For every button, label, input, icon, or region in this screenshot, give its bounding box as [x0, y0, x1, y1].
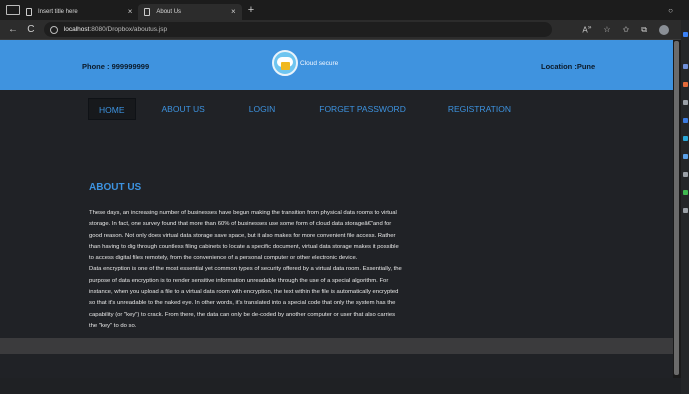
read-aloud-icon[interactable]: A» — [582, 24, 591, 35]
about-line: capability (or "key") to crack. From the… — [89, 311, 396, 318]
about-line: purpose of data encryption is to render … — [89, 277, 389, 284]
url-path: :8080/Dropbox/aboutus.jsp — [89, 26, 168, 33]
sidebar-app-icon[interactable] — [683, 64, 688, 69]
url-host: localhost — [63, 26, 90, 33]
back-button[interactable]: ← — [8, 24, 18, 35]
location-text: Location :Pune — [541, 62, 596, 71]
about-line: so that it's unreadable to the naked eye… — [89, 300, 396, 307]
close-tab-icon[interactable]: × — [128, 7, 133, 16]
window-control-icon[interactable]: ○ — [668, 6, 673, 15]
about-line: than having to dig through countless fil… — [89, 243, 399, 250]
refresh-button[interactable]: C — [26, 24, 36, 35]
page-footer-band — [0, 338, 673, 354]
tab-insert-title[interactable]: Insert title here × — [20, 4, 138, 20]
cloud-lock-logo-icon — [272, 50, 298, 76]
phone-text: Phone : 999999999 — [82, 62, 150, 71]
site-info-icon[interactable] — [49, 25, 58, 34]
profile-avatar[interactable] — [659, 24, 669, 35]
window-menu-icon[interactable] — [6, 5, 20, 15]
brand-name: Cloud secure — [300, 60, 339, 67]
sidebar-app-icon[interactable] — [683, 172, 688, 177]
menu-registration[interactable]: REGISTRATION — [438, 98, 521, 120]
sidebar-app-icon[interactable] — [683, 100, 688, 105]
tab-title: Insert title here — [38, 8, 78, 15]
about-line: good reason. Not only does virtual data … — [89, 232, 396, 239]
sidebar-app-icon[interactable] — [683, 118, 688, 123]
sidebar-app-icon[interactable] — [683, 82, 688, 87]
sidebar-app-icon[interactable] — [683, 154, 688, 159]
about-line: the "key" to do so. — [89, 322, 137, 329]
favorite-star-icon[interactable]: ☆ — [603, 25, 610, 34]
add-app-icon[interactable] — [683, 208, 688, 213]
menu-about-us[interactable]: ABOUT US — [152, 98, 215, 120]
copilot-icon[interactable] — [683, 32, 688, 37]
about-line: instance, when you upload a file to a vi… — [89, 289, 399, 296]
collections-icon[interactable]: ⧉ — [641, 25, 647, 35]
about-line: to access digital files remotely, from t… — [89, 255, 358, 262]
page-scrollbar[interactable] — [673, 40, 681, 378]
web-page: Phone : 999999999 Cloud secure Location … — [0, 40, 673, 378]
tab-about-us[interactable]: About Us × — [138, 3, 242, 20]
favorites-icon[interactable]: ✩ — [623, 25, 630, 34]
close-tab-icon[interactable]: × — [231, 7, 236, 16]
tab-strip: Insert title here × About Us × + ○ — [0, 0, 689, 20]
menu-login[interactable]: LOGIN — [239, 98, 285, 120]
page-icon — [26, 7, 32, 16]
about-line: Data encryption is one of the most essen… — [89, 266, 402, 273]
toolbar-icons: A» ☆ ✩ ⧉ ··· — [582, 24, 689, 35]
site-header: Phone : 999999999 Cloud secure Location … — [0, 40, 673, 90]
sidebar-app-icon[interactable] — [683, 190, 688, 195]
about-line: storage. In fact, one survey found that … — [89, 221, 392, 228]
about-line: These days, an increasing number of busi… — [89, 210, 397, 216]
new-tab-button[interactable]: + — [248, 4, 254, 16]
menu-home[interactable]: HOME — [88, 98, 136, 120]
about-text: These days, an increasing number of busi… — [89, 208, 459, 332]
lock-shape — [281, 62, 290, 70]
url-field[interactable]: localhost :8080/Dropbox/aboutus.jsp — [43, 22, 553, 37]
page-icon — [144, 7, 151, 16]
about-heading: ABOUT US — [89, 182, 142, 193]
menu-forget-password[interactable]: FORGET PASSWORD — [309, 98, 416, 120]
sidebar-app-icon[interactable] — [683, 136, 688, 141]
main-menu: HOME ABOUT US LOGIN FORGET PASSWORD REGI… — [88, 98, 521, 120]
address-bar-row: ← C localhost :8080/Dropbox/aboutus.jsp … — [0, 20, 689, 40]
scrollbar-thumb[interactable] — [674, 41, 679, 375]
tab-title: About Us — [156, 8, 182, 15]
browser-window: Insert title here × About Us × + ○ ← C l… — [0, 0, 689, 394]
edge-sidebar — [681, 20, 689, 394]
